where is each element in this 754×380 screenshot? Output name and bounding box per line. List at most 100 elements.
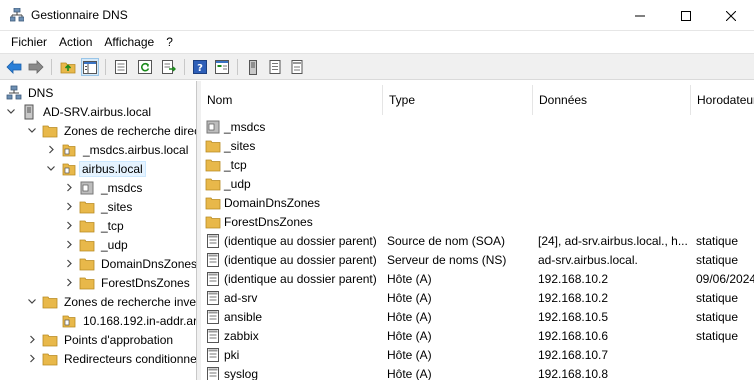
folder-icon — [205, 197, 221, 209]
server-icon — [24, 104, 34, 119]
cell-data: [24], ad-srv.airbus.local., h... — [538, 233, 688, 248]
chevron-right-icon — [67, 221, 72, 230]
tree-label: _sites — [101, 199, 133, 214]
chevron-down-icon — [28, 299, 36, 304]
folder-icon — [79, 201, 95, 213]
cell-name: ad-srv — [205, 288, 383, 307]
cell-data — [538, 155, 691, 174]
cell-type — [387, 174, 533, 193]
maximize-button[interactable] — [663, 0, 709, 31]
tree-node-udp[interactable]: _udp — [64, 235, 132, 254]
server-icon — [249, 59, 257, 75]
tree-node-reverse-zones[interactable]: Zones de recherche inversée — [27, 292, 197, 311]
cell-name: DomainDnsZones — [205, 193, 383, 212]
table-row[interactable]: ForestDnsZones — [201, 212, 754, 231]
refresh-button[interactable] — [136, 58, 154, 76]
tree-node-dns[interactable]: DNS — [6, 83, 57, 102]
record-icon — [207, 328, 219, 343]
column-header-timestamp[interactable]: Horodateur — [691, 85, 754, 115]
tree-node-forward-zones[interactable]: Zones de recherche directe — [27, 121, 197, 140]
tree-node-trust-points[interactable]: Points d'approbation — [27, 330, 177, 349]
column-header-row: Nom Type Données Horodateur — [201, 85, 754, 115]
cell-name: _sites — [205, 136, 383, 155]
help-button[interactable]: ? — [191, 58, 209, 76]
table-row[interactable]: (identique au dossier parent) Serveur de … — [201, 250, 754, 269]
minimize-button[interactable] — [617, 0, 663, 31]
tree-node-tcp[interactable]: _tcp — [64, 216, 128, 235]
dns-app-icon — [10, 8, 24, 22]
tree-node-sites[interactable]: _sites — [64, 197, 136, 216]
chevron-down-icon — [47, 166, 55, 171]
table-row[interactable]: ansible Hôte (A) 192.168.10.5 statique — [201, 307, 754, 326]
cell-timestamp: statique — [696, 328, 739, 343]
folder-icon — [42, 296, 58, 308]
tree-label: Points d'approbation — [64, 332, 174, 347]
chevron-right-icon — [67, 240, 72, 249]
record-name: ForestDnsZones — [224, 214, 313, 229]
folder-icon — [79, 258, 95, 270]
show-hide-tree-button[interactable] — [81, 58, 99, 76]
tree-label: Zones de recherche directe — [64, 123, 197, 138]
table-row[interactable]: _udp — [201, 174, 754, 193]
menu-affichage[interactable]: Affichage — [98, 35, 160, 49]
record-name: zabbix — [224, 328, 259, 343]
table-row[interactable]: zabbix Hôte (A) 192.168.10.6 statique — [201, 326, 754, 345]
cell-timestamp — [696, 174, 754, 193]
server-button[interactable] — [244, 58, 262, 76]
cell-name: pki — [205, 345, 383, 364]
table-row[interactable]: _msdcs — [201, 117, 754, 136]
cell-name: _udp — [205, 174, 383, 193]
folder-icon — [79, 277, 95, 289]
cell-name: (identique au dossier parent) — [205, 231, 383, 250]
table-row[interactable]: (identique au dossier parent) Hôte (A) 192… — [201, 269, 754, 288]
menu-action[interactable]: Action — [53, 35, 98, 49]
properties-button[interactable] — [112, 58, 130, 76]
cell-name: (identique au dossier parent) — [205, 269, 383, 288]
record-name: _udp — [224, 176, 251, 191]
tree-label: Zones de recherche inversée — [64, 294, 197, 309]
column-header-data[interactable]: Données — [533, 85, 691, 115]
cell-name: _tcp — [205, 155, 383, 174]
record-name: ansible — [224, 309, 263, 324]
cell-timestamp — [696, 193, 754, 212]
list-view-button[interactable] — [266, 58, 284, 76]
cell-type: Hôte (A) — [387, 309, 432, 324]
table-row[interactable]: syslog Hôte (A) 192.168.10.8 — [201, 364, 754, 380]
column-header-type[interactable]: Type — [383, 85, 533, 115]
tree-node-reverse-zone-arpa[interactable]: 10.168.192.in-addr.arpa — [61, 311, 196, 330]
close-button[interactable] — [708, 0, 754, 31]
table-row[interactable]: DomainDnsZones — [201, 193, 754, 212]
table-row[interactable]: ad-srv Hôte (A) 192.168.10.2 statique — [201, 288, 754, 307]
cell-name: _msdcs — [205, 117, 383, 136]
up-one-level-button[interactable] — [59, 58, 77, 76]
tree-label: DNS — [28, 85, 54, 100]
minimize-icon — [635, 15, 645, 16]
cell-data: 192.168.10.8 — [538, 366, 609, 380]
tree-node-conditional-forwarders[interactable]: Redirecteurs conditionnels — [27, 349, 196, 368]
menu-fichier[interactable]: Fichier — [5, 35, 53, 49]
tree-node-msdcs-zone[interactable]: _msdcs.airbus.local — [46, 140, 192, 159]
table-row[interactable]: pki Hôte (A) 192.168.10.7 — [201, 345, 754, 364]
export-list-button[interactable] — [160, 58, 178, 76]
cell-type — [387, 155, 533, 174]
record-button[interactable] — [288, 58, 306, 76]
tree-label: ForestDnsZones — [101, 275, 190, 290]
forward-button[interactable] — [27, 58, 45, 76]
tree-node-server[interactable]: AD-SRV.airbus.local — [6, 102, 155, 121]
record-name: _msdcs — [224, 119, 266, 134]
console-tree-icon — [215, 60, 229, 74]
menu-help[interactable]: ? — [160, 35, 179, 49]
folder-icon — [42, 353, 58, 365]
tree-node-forestdnszones[interactable]: ForestDnsZones — [64, 273, 194, 292]
table-row[interactable]: _tcp — [201, 155, 754, 174]
table-row[interactable]: (identique au dossier parent) Source de n… — [201, 231, 754, 250]
table-row[interactable]: _sites — [201, 136, 754, 155]
console-tree-button[interactable] — [213, 58, 231, 76]
tree-node-airbus-local[interactable]: airbus.local — [46, 159, 146, 178]
back-button[interactable] — [5, 58, 23, 76]
tree-node-msdcs[interactable]: _msdcs — [64, 178, 146, 197]
tree-node-domaindnszones[interactable]: DomainDnsZones — [64, 254, 196, 273]
zone-grey-icon — [206, 120, 220, 133]
cell-type: Hôte (A) — [387, 290, 432, 305]
column-header-name[interactable]: Nom — [201, 85, 383, 115]
